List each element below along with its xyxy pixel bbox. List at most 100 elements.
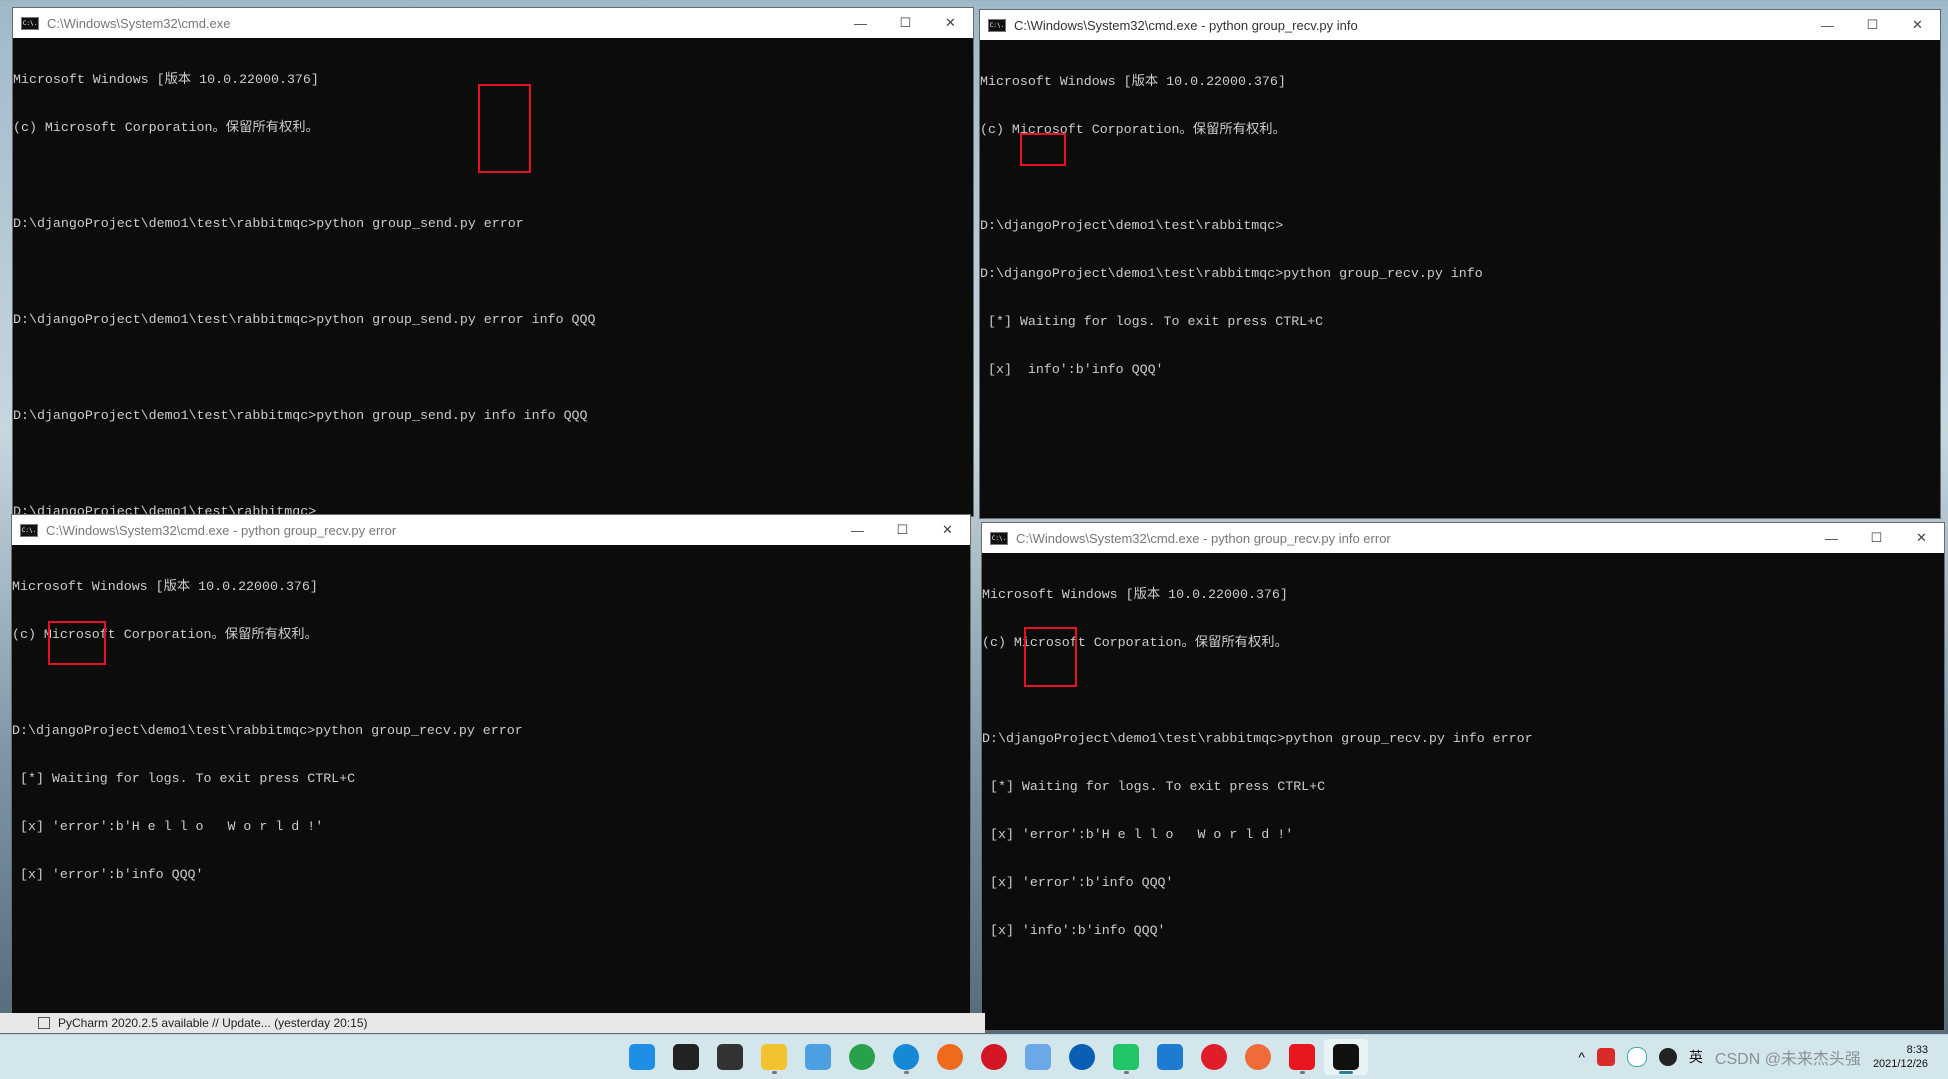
system-tray: ^ 英 CSDN @未来杰头强 8:33 2021/12/26 xyxy=(1578,1035,1928,1079)
chrome-icon[interactable] xyxy=(840,1039,884,1075)
maximize-button[interactable]: ☐ xyxy=(1850,10,1895,40)
video-player-glyph xyxy=(1069,1044,1095,1070)
console-line: [x] 'error':b'info QQQ' xyxy=(12,867,204,882)
app-rings-glyph xyxy=(1025,1044,1051,1070)
console-line: Microsoft Windows [版本 10.0.22000.376] xyxy=(980,74,1286,89)
console-line: (c) Microsoft Corporation。保留所有权利。 xyxy=(980,122,1286,137)
edge-icon[interactable] xyxy=(884,1039,928,1075)
console-line: [*] Waiting for logs. To exit press CTRL… xyxy=(12,771,356,786)
file-explorer-icon[interactable] xyxy=(752,1039,796,1075)
video-player-icon[interactable] xyxy=(1060,1039,1104,1075)
console-line: [x] 'error':b'H e l l o W o r l d !' xyxy=(12,819,324,834)
chrome-glyph xyxy=(849,1044,875,1070)
highlight-box xyxy=(1024,627,1077,687)
cmd-window-recv-error[interactable]: C:\. C:\Windows\System32\cmd.exe - pytho… xyxy=(11,514,971,1014)
console-line: (c) Microsoft Corporation。保留所有权利。 xyxy=(982,635,1288,650)
pen-app-icon[interactable] xyxy=(1236,1039,1280,1075)
console-line: D:\djangoProject\demo1\test\rabbitmqc>py… xyxy=(980,266,1483,281)
cmd-window-recv-info-error[interactable]: C:\. C:\Windows\System32\cmd.exe - pytho… xyxy=(981,522,1945,1031)
csdn-watermark: CSDN @未来杰头强 xyxy=(1714,1051,1861,1068)
pycharm-status-bar[interactable]: PyCharm 2020.2.5 available // Update... … xyxy=(0,1013,985,1033)
netease-music-glyph xyxy=(1201,1044,1227,1070)
update-notice[interactable]: PyCharm 2020.2.5 available // Update... … xyxy=(58,1016,368,1030)
title-bar[interactable]: C:\. C:\Windows\System32\cmd.exe - pytho… xyxy=(980,10,1940,40)
console-line: D:\djangoProject\demo1\test\rabbitmqc> xyxy=(980,218,1284,233)
console-output[interactable]: Microsoft Windows [版本 10.0.22000.376] (c… xyxy=(980,40,1940,410)
paint-glyph xyxy=(805,1044,831,1070)
tray-overflow-chevron-icon[interactable]: ^ xyxy=(1578,1049,1585,1065)
console-output[interactable]: Microsoft Windows [版本 10.0.22000.376] (c… xyxy=(12,545,970,915)
console-line: D:\djangoProject\demo1\test\rabbitmqc>py… xyxy=(12,723,523,738)
file-explorer-glyph xyxy=(761,1044,787,1070)
vscode-glyph xyxy=(1157,1044,1183,1070)
console-line: D:\djangoProject\demo1\test\rabbitmqc>py… xyxy=(13,408,588,423)
firefox-icon[interactable] xyxy=(928,1039,972,1075)
cmd-app-icon: C:\. xyxy=(20,523,38,537)
taskbar-apps xyxy=(620,1039,1368,1075)
maximize-button[interactable]: ☐ xyxy=(880,515,925,545)
minimize-button[interactable]: — xyxy=(838,8,883,38)
firefox-glyph xyxy=(937,1044,963,1070)
ime-indicator[interactable]: 英 xyxy=(1689,1047,1703,1067)
window-title: C:\Windows\System32\cmd.exe - python gro… xyxy=(46,522,397,538)
console-line: [x] 'error':b'H e l l o W o r l d !' xyxy=(982,827,1294,842)
terminal-icon[interactable] xyxy=(1324,1039,1368,1075)
maximize-button[interactable]: ☐ xyxy=(1854,523,1899,553)
notification-icon xyxy=(38,1017,50,1029)
close-button[interactable]: ✕ xyxy=(1899,523,1944,553)
close-button[interactable]: ✕ xyxy=(1895,10,1940,40)
netease-music-icon[interactable] xyxy=(1192,1039,1236,1075)
youdao-glyph xyxy=(1289,1044,1315,1070)
console-line: (c) Microsoft Corporation。保留所有权利。 xyxy=(12,627,318,642)
close-button[interactable]: ✕ xyxy=(925,515,970,545)
close-button[interactable]: ✕ xyxy=(928,8,973,38)
cmd-app-icon: C:\. xyxy=(988,18,1006,32)
tray-app-icon[interactable] xyxy=(1626,1047,1647,1067)
console-output[interactable]: Microsoft Windows [版本 10.0.22000.376] (c… xyxy=(982,553,1944,971)
console-line: [x] 'error':b'info QQQ' xyxy=(982,875,1174,890)
cmd-app-icon: C:\. xyxy=(21,16,39,30)
clock-time: 8:33 xyxy=(1906,1044,1928,1056)
maximize-button[interactable]: ☐ xyxy=(883,8,928,38)
title-bar[interactable]: C:\. C:\Windows\System32\cmd.exe — ☐ ✕ xyxy=(13,8,973,38)
app-rings-icon[interactable] xyxy=(1016,1039,1060,1075)
console-line: Microsoft Windows [版本 10.0.22000.376] xyxy=(982,587,1288,602)
clock[interactable]: 8:33 2021/12/26 xyxy=(1873,1043,1928,1071)
running-indicator xyxy=(771,1071,777,1074)
edge-glyph xyxy=(893,1044,919,1070)
console-line: D:\djangoProject\demo1\test\rabbitmqc>py… xyxy=(13,216,524,231)
console-line: [x] 'info':b'info QQQ' xyxy=(982,923,1166,938)
qq-icon[interactable] xyxy=(1658,1048,1677,1066)
minimize-button[interactable]: — xyxy=(835,515,880,545)
console-line: [*] Waiting for logs. To exit press CTRL… xyxy=(982,779,1326,794)
opera-icon[interactable] xyxy=(972,1039,1016,1075)
cmd-window-recv-info[interactable]: C:\. C:\Windows\System32\cmd.exe - pytho… xyxy=(979,9,1941,519)
minimize-button[interactable]: — xyxy=(1805,10,1850,40)
cmd-app-icon: C:\. xyxy=(990,531,1008,545)
highlight-box xyxy=(1020,133,1066,166)
console-line: [x] info':b'info QQQ' xyxy=(980,362,1164,377)
window-title: C:\Windows\System32\cmd.exe xyxy=(47,15,231,31)
pen-app-glyph xyxy=(1245,1044,1271,1070)
title-bar[interactable]: C:\. C:\Windows\System32\cmd.exe - pytho… xyxy=(12,515,970,545)
running-indicator xyxy=(1123,1071,1129,1074)
tray-app-icon[interactable] xyxy=(1596,1048,1615,1066)
youdao-icon[interactable] xyxy=(1280,1039,1324,1075)
search-icon[interactable] xyxy=(664,1039,708,1075)
minimize-button[interactable]: — xyxy=(1809,523,1854,553)
console-line: Microsoft Windows [版本 10.0.22000.376] xyxy=(12,579,318,594)
pycharm-glyph xyxy=(1113,1044,1139,1070)
paint-icon[interactable] xyxy=(796,1039,840,1075)
windows-start-icon[interactable] xyxy=(620,1039,664,1075)
task-view-icon[interactable] xyxy=(708,1039,752,1075)
console-line: D:\djangoProject\demo1\test\rabbitmqc>py… xyxy=(13,312,596,327)
taskbar: ^ 英 CSDN @未来杰头强 8:33 2021/12/26 xyxy=(0,1034,1948,1079)
vscode-icon[interactable] xyxy=(1148,1039,1192,1075)
pycharm-icon[interactable] xyxy=(1104,1039,1148,1075)
console-line: D:\djangoProject\demo1\test\rabbitmqc>py… xyxy=(982,731,1533,746)
title-bar[interactable]: C:\. C:\Windows\System32\cmd.exe - pytho… xyxy=(982,523,1944,553)
